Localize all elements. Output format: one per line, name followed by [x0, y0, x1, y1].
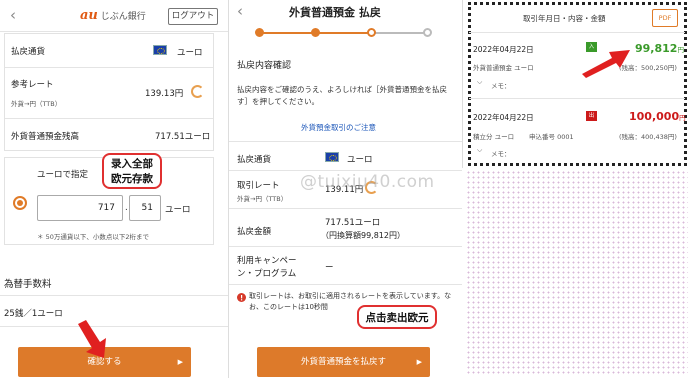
tx-amount-value: 100,000: [629, 110, 680, 123]
divider: [0, 295, 228, 296]
divider: [229, 141, 462, 142]
amount-value: 717.51ユーロ: [325, 218, 381, 228]
tx-memo: メモ：: [491, 82, 511, 90]
transaction-history: 取引年月日・内容・金額 PDF 2022年04月22日 入 99,812円 外貨…: [462, 0, 690, 168]
back-chevron-icon[interactable]: ‹: [237, 2, 243, 20]
callout-line-2: 欧元存款: [111, 173, 153, 185]
divider: [229, 284, 462, 285]
withdraw-submit-button[interactable]: 外貨普通預金を払戻す ▶: [257, 347, 430, 377]
logout-button[interactable]: ログアウト: [168, 8, 218, 25]
divider: [469, 32, 685, 33]
page-title: 外貨普通預金 払戻: [289, 6, 381, 19]
fee-value: 25銭／1ユーロ: [4, 309, 63, 319]
logo-mark: au: [80, 8, 98, 23]
withdrawal-info-card: 払戻通貨 ユーロ 参考レート 外貨→円（TTB） 139.13円 外貨普通預金残…: [4, 33, 214, 151]
info-icon: [237, 293, 246, 302]
specify-label: ユーロで指定: [37, 170, 89, 180]
pointer-arrow-icon: [582, 50, 630, 78]
tx-description: 外貨普通預金 ユーロ: [473, 64, 534, 72]
intro-text: 払戻内容をご確認のうえ、よろしければ［外貨普通預金を払戻す］を押してください。: [237, 85, 447, 106]
tx-yen: 円: [679, 114, 686, 122]
campaign-value: ー: [325, 263, 334, 273]
amount-integer-input[interactable]: 717: [37, 195, 123, 221]
divider: [229, 208, 462, 209]
refresh-icon[interactable]: [191, 85, 204, 98]
withdraw-badge: 出: [586, 111, 597, 121]
currency-value: ユーロ: [177, 48, 203, 58]
amount-unit: ユーロ: [165, 205, 191, 215]
divider: [5, 118, 213, 119]
divider: [5, 67, 213, 68]
divider: [229, 170, 462, 171]
tx-memo: メモ：: [491, 150, 511, 158]
step-4-icon: [423, 28, 432, 37]
tx-balance: (残高：400,438円): [619, 133, 677, 141]
notice-link[interactable]: 外貨預金取引のご注意: [301, 122, 376, 133]
tx-description: 積立分 ユーロ: [473, 133, 515, 141]
tx-amount: 100,000円: [629, 110, 686, 123]
step-3-icon: [367, 28, 376, 37]
balance-label: 外貨普通預金残高: [11, 132, 80, 142]
memo-chevron-icon[interactable]: ⌵: [477, 78, 482, 87]
pdf-button[interactable]: PDF: [652, 9, 678, 27]
amount-note: ＊ 50万通貨以下、小数点以下2桁まで: [37, 233, 149, 241]
dotted-background: [466, 170, 688, 376]
amount-decimal-input[interactable]: 51: [129, 195, 161, 221]
withdraw-submit-label: 外貨普通預金を払戻す: [300, 357, 386, 367]
specify-radio[interactable]: [13, 196, 27, 210]
watermark: @tuixiu40.com: [300, 172, 435, 192]
amount-label: 払戻金額: [237, 227, 272, 237]
divider: [469, 98, 685, 99]
app-header: ‹ au じぶん銀行 ログアウト: [0, 0, 228, 32]
progress-line-remaining: [370, 32, 427, 34]
tx-yen: 円: [677, 46, 684, 54]
rate-sub-label: 外貨→円（TTB）: [11, 100, 62, 108]
campaign-label: 利用キャンペーン・プログラム: [237, 256, 297, 279]
tx-reference: 申込番号 0001: [529, 133, 574, 141]
tx-amount-value: 99,812: [635, 42, 678, 55]
memo-chevron-icon[interactable]: ⌵: [477, 146, 482, 155]
decimal-point: .: [125, 203, 128, 213]
currency-label: 払戻通貨: [237, 155, 272, 165]
rate-sub-label: 外貨→円（TTB）: [237, 195, 288, 203]
tx-date: 2022年04月22日: [473, 45, 534, 54]
logo-text: じぶん銀行: [100, 12, 146, 22]
eu-flag-icon: [325, 152, 339, 162]
rate-label: 参考レート: [11, 80, 54, 90]
input-all-callout: 录入全部 欧元存款: [102, 153, 162, 189]
eu-flag-icon: [153, 45, 167, 55]
history-header: 取引年月日・内容・金額: [523, 14, 606, 23]
divider: [229, 246, 462, 247]
callout-line-1: 录入全部: [111, 158, 153, 170]
balance-value: 717.51ユーロ: [155, 132, 211, 142]
currency-value: ユーロ: [347, 155, 373, 165]
exchange-input-screen: ‹ au じぶん銀行 ログアウト 払戻通貨 ユーロ 参考レート 外貨→円（TTB…: [0, 0, 228, 378]
pointer-arrow-icon: [78, 320, 106, 358]
chevron-right-icon: ▶: [416, 358, 422, 366]
amount-yen-value: （円換算額99,812円）: [321, 231, 405, 240]
tx-date: 2022年04月22日: [473, 113, 534, 122]
currency-label: 払戻通貨: [11, 47, 46, 57]
rate-value: 139.13円: [145, 89, 184, 99]
back-chevron-icon[interactable]: ‹: [10, 6, 16, 24]
section-title: 払戻内容確認: [237, 61, 292, 71]
fee-title: 為替手数料: [4, 279, 52, 290]
sell-callout: 点击卖出欧元: [357, 305, 437, 329]
bank-logo: au じぶん銀行: [80, 8, 146, 23]
divider: [0, 326, 228, 327]
rate-label: 取引レート: [237, 181, 280, 191]
step-2-icon: [311, 28, 320, 37]
chevron-right-icon: ▶: [177, 358, 183, 366]
amount-note-text: 50万通貨以下、小数点以下2桁まで: [45, 233, 149, 241]
step-1-icon: [255, 28, 264, 37]
tx-amount: 99,812円: [635, 42, 684, 55]
